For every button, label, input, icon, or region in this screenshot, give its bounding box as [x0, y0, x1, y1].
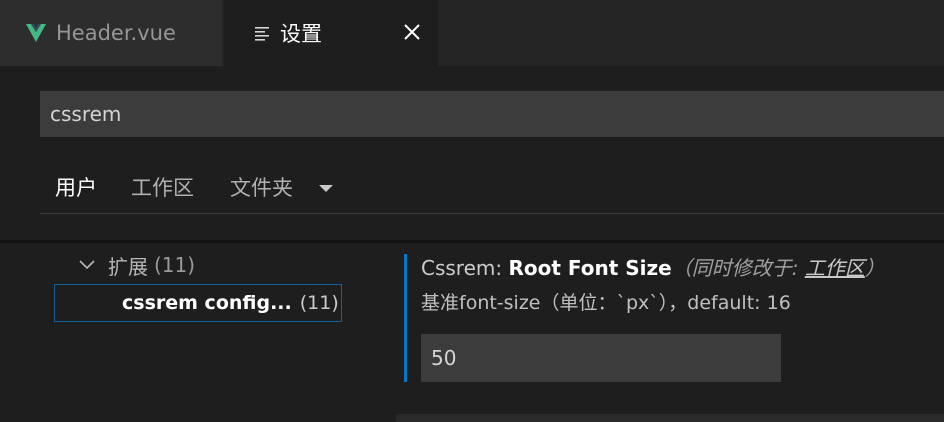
settings-list-icon — [255, 27, 269, 41]
toc-group-count: (11) — [154, 253, 196, 277]
setting-modified-prefix: （同时修改于: — [671, 256, 805, 280]
tab-header-vue[interactable]: Header.vue — [0, 0, 222, 66]
modified-in-workspace-link[interactable]: 工作区 — [805, 256, 865, 280]
vue-icon — [26, 24, 46, 42]
tab-label: Header.vue — [56, 21, 176, 45]
settings-scope-tabs: 用户 工作区 文件夹 — [40, 160, 944, 214]
divider — [0, 240, 944, 243]
setting-key: Root Font Size — [508, 256, 672, 280]
setting-title: Cssrem: Root Font Size（同时修改于: 工作区） — [421, 252, 885, 281]
toc-group-extensions[interactable]: 扩展 (11) — [78, 250, 195, 280]
tab-folder[interactable]: 文件夹 — [230, 172, 293, 202]
toc-item-count: (11) — [299, 292, 339, 314]
next-setting-edge — [396, 414, 944, 422]
setting-category: Cssrem: — [421, 256, 509, 280]
tab-user[interactable]: 用户 — [55, 172, 97, 202]
toc-item-label: cssrem config... — [122, 292, 292, 314]
chevron-down-icon — [79, 260, 95, 270]
tab-workspace[interactable]: 工作区 — [131, 172, 194, 202]
toc-group-label: 扩展 — [108, 254, 148, 279]
close-icon[interactable] — [400, 20, 424, 44]
setting-modified-suffix: ） — [864, 256, 885, 280]
setting-description: 基准font-size（单位：`px`），default: 16 — [421, 292, 791, 314]
tab-label: 设置 — [280, 22, 322, 46]
tab-settings[interactable]: 设置 — [224, 0, 438, 66]
settings-search-input[interactable] — [40, 91, 944, 137]
root-font-size-input[interactable] — [421, 334, 781, 382]
toc-item-cssrem-config[interactable]: cssrem config... (11) — [54, 284, 342, 322]
setting-focus-indicator — [404, 254, 407, 382]
editor-tab-bar: Header.vue 设置 — [0, 0, 944, 66]
chevron-down-icon[interactable] — [318, 183, 334, 193]
